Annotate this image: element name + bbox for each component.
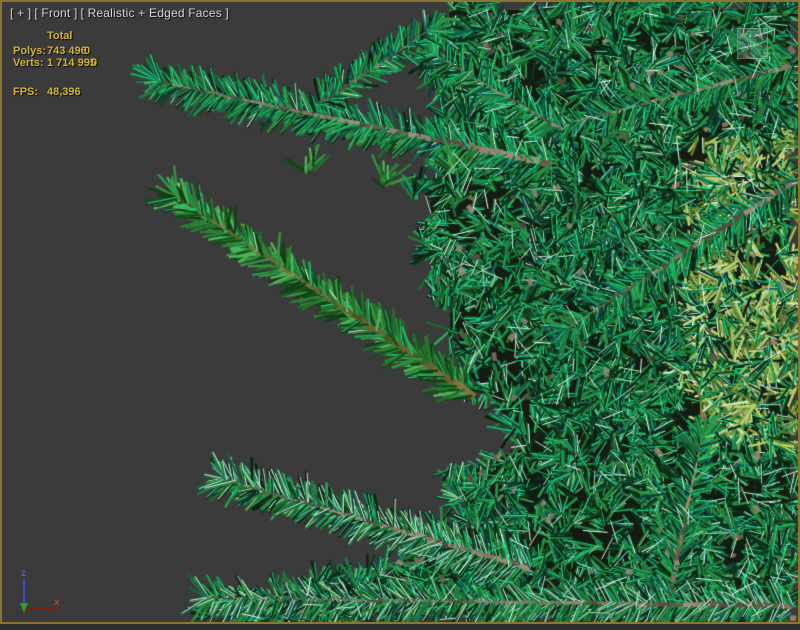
stats-total-row: Total: [47, 30, 197, 43]
statistics-overlay: Total Polys: 743 496 0 Verts: 1 714 995 …: [13, 30, 173, 110]
axis-tripod: z x: [12, 566, 76, 620]
z-axis-label: z: [21, 568, 26, 579]
stats-fps-value: 48,396: [47, 86, 81, 98]
stats-polys-selected: 0: [84, 45, 90, 57]
viewport-outside-area: [0, 624, 800, 630]
stats-total-label: Total: [47, 30, 72, 42]
viewport-menu-bar: [ + ][ Front ] [ Realistic + Edged Faces …: [10, 6, 232, 20]
stats-verts-selected: 0: [91, 57, 97, 69]
stats-fps-label: FPS:: [13, 86, 38, 98]
stats-verts-value: 1 714 995: [47, 57, 96, 69]
viewport-shading-menu[interactable]: [ Realistic + Edged Faces ]: [81, 6, 229, 20]
stats-verts-row: Verts: 1 714 995 0: [13, 57, 163, 70]
stats-polys-value: 743 496: [47, 45, 87, 57]
viewcube-ghost[interactable]: [737, 28, 768, 59]
stats-polys-label: Polys:: [13, 45, 46, 57]
stats-verts-label: Verts:: [13, 57, 44, 69]
x-axis-label: x: [54, 597, 60, 608]
stats-fps-row: FPS: 48,396: [13, 86, 163, 99]
3dsmax-viewport-screenshot: [ + ][ Front ] [ Realistic + Edged Faces …: [0, 0, 800, 630]
viewport-general-menu[interactable]: [ + ]: [10, 6, 31, 20]
viewport-pov-menu[interactable]: [ Front ]: [34, 6, 77, 20]
